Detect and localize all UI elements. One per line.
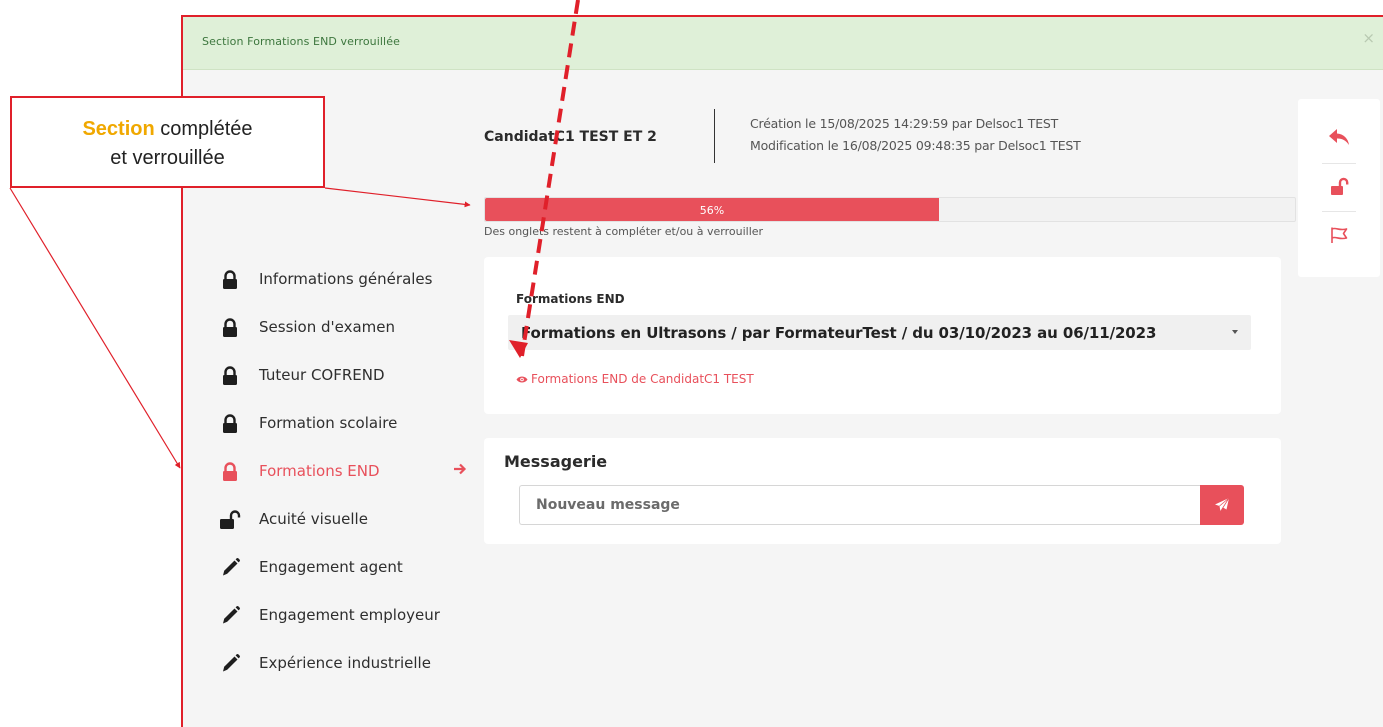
- report-button[interactable]: [1322, 219, 1356, 251]
- arrow-right-icon: [453, 461, 467, 480]
- send-icon: [1215, 497, 1230, 512]
- nav-item[interactable]: Informations générales: [201, 265, 471, 295]
- alert-message: Section Formations END verrouillée: [202, 35, 400, 48]
- unlock-icon: [1331, 177, 1349, 195]
- nav-item[interactable]: Expérience industrielle: [201, 649, 471, 679]
- progress-percentage: 56%: [699, 204, 725, 217]
- creation-info: Création le 15/08/2025 14:29:59 par Dels…: [750, 116, 1059, 131]
- nav-item-label: Acuité visuelle: [259, 510, 368, 528]
- nav-item[interactable]: Formations END: [201, 457, 471, 487]
- callout-arrow-nav: [9, 187, 181, 469]
- unlock-section-button[interactable]: [1322, 171, 1356, 203]
- lock-icon: [219, 413, 241, 435]
- nav-item-label: Engagement agent: [259, 558, 403, 576]
- callout-highlight: Section: [82, 118, 155, 140]
- nav-item-label: Session d'examen: [259, 318, 396, 336]
- callout-text: Section complétée et verrouillée: [12, 115, 323, 173]
- pencil-icon: [219, 653, 241, 675]
- formations-end-card: Formations END Formations en Ultrasons /…: [484, 257, 1281, 414]
- reply-icon: [1329, 129, 1349, 145]
- modification-info: Modification le 16/08/2025 09:48:35 par …: [750, 138, 1081, 153]
- tutorial-screenshot: Section Formations END verrouillée × Can…: [0, 0, 1383, 727]
- success-alert: Section Formations END verrouillée ×: [183, 17, 1383, 70]
- action-toolbar: [1298, 99, 1380, 277]
- lock-icon: [219, 461, 241, 483]
- progress-hint: Des onglets restent à compléter et/ou à …: [484, 225, 764, 238]
- formations-candidate-link[interactable]: Formations END de CandidatC1 TEST: [516, 372, 754, 386]
- callout-line-2: et verrouillée: [110, 147, 225, 169]
- formations-select[interactable]: Formations en Ultrasons / par FormateurT…: [508, 315, 1251, 350]
- messaging-card: Messagerie: [484, 438, 1281, 544]
- nav-item[interactable]: Session d'examen: [201, 313, 471, 343]
- new-message-input[interactable]: [519, 485, 1200, 525]
- nav-item[interactable]: Formation scolaire: [201, 409, 471, 439]
- candidate-name: CandidatC1 TEST ET 2: [484, 129, 657, 145]
- alert-close-button[interactable]: ×: [1362, 29, 1375, 47]
- caret-down-icon: [1232, 330, 1238, 334]
- toolbar-separator: [1322, 163, 1356, 164]
- completion-progress-bar: 56%: [484, 197, 1296, 222]
- pencil-icon: [219, 605, 241, 627]
- nav-item-label: Formation scolaire: [259, 414, 398, 432]
- nav-item[interactable]: Tuteur COFREND: [201, 361, 471, 391]
- nav-item[interactable]: Engagement employeur: [201, 601, 471, 631]
- formations-link-text: Formations END de CandidatC1 TEST: [531, 372, 754, 386]
- messaging-title: Messagerie: [504, 452, 608, 471]
- nav-item-label: Formations END: [259, 462, 380, 480]
- nav-item[interactable]: Acuité visuelle: [201, 505, 471, 535]
- formations-field-label: Formations END: [516, 292, 625, 306]
- flag-icon: [1331, 227, 1348, 243]
- pencil-icon: [219, 557, 241, 579]
- unlock-icon: [219, 509, 241, 531]
- lock-icon: [219, 269, 241, 291]
- send-message-button[interactable]: [1200, 485, 1244, 525]
- callout-rest: complétée: [154, 118, 253, 140]
- back-button[interactable]: [1322, 121, 1356, 153]
- eye-icon: [516, 376, 528, 383]
- annotation-callout: Section complétée et verrouillée: [10, 96, 325, 188]
- lock-icon: [219, 365, 241, 387]
- nav-item[interactable]: Engagement agent: [201, 553, 471, 583]
- toolbar-separator: [1322, 211, 1356, 212]
- nav-item-label: Expérience industrielle: [259, 654, 431, 672]
- formations-select-value: Formations en Ultrasons / par FormateurT…: [521, 324, 1157, 342]
- lock-icon: [219, 317, 241, 339]
- app-window: Section Formations END verrouillée × Can…: [181, 15, 1383, 727]
- nav-item-label: Engagement employeur: [259, 606, 440, 624]
- nav-item-label: Informations générales: [259, 270, 433, 288]
- header-divider: [714, 109, 715, 163]
- nav-item-label: Tuteur COFREND: [259, 366, 385, 384]
